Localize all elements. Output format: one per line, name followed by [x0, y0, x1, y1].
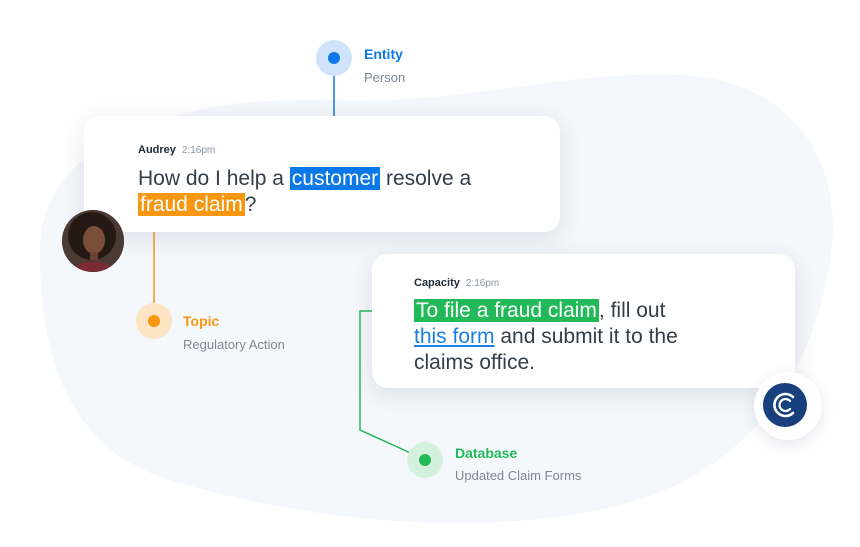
- bot-text-after-highlight: , fill out: [598, 299, 666, 322]
- bot-text-last-line: claims office.: [414, 351, 535, 374]
- user-text-before: How do I help a: [138, 167, 290, 190]
- database-title: Database: [455, 445, 518, 461]
- user-avatar-photo: [62, 210, 124, 272]
- user-message-card: Audrey 2:16pm How do I help a customer re…: [84, 116, 560, 232]
- database-highlight[interactable]: To file a fraud claim: [414, 299, 599, 322]
- user-message-meta: Audrey 2:16pm: [138, 144, 215, 156]
- entity-highlight[interactable]: customer: [289, 167, 381, 190]
- bot-text-after-link: and submit it to the: [494, 325, 678, 348]
- user-author: Audrey: [138, 144, 176, 156]
- database-node-dot: [419, 454, 431, 466]
- entity-node-dot: [328, 52, 340, 64]
- user-avatar: [62, 210, 124, 272]
- bot-message-text: To file a fraud claim, fill out this form…: [414, 298, 784, 376]
- entity-subtitle: Person: [364, 70, 406, 85]
- user-text-middle: resolve a: [380, 167, 472, 190]
- topic-title: Topic: [183, 313, 220, 329]
- topic-node-dot: [148, 315, 160, 327]
- topic-subtitle: Regulatory Action: [183, 337, 285, 352]
- capacity-logo-icon: [763, 383, 807, 427]
- bot-message-card: Capacity 2:16pm To file a fraud claim, fi…: [372, 254, 795, 388]
- form-link[interactable]: this form: [414, 325, 495, 348]
- user-message-time: 2:16pm: [181, 145, 216, 156]
- capacity-badge: [754, 372, 822, 440]
- user-text-after: ?: [244, 193, 257, 216]
- bot-message-time: 2:16pm: [465, 278, 500, 289]
- entity-title: Entity: [364, 46, 403, 62]
- user-message-text: How do I help a customer resolve a fraud …: [138, 166, 548, 218]
- bot-author: Capacity: [414, 277, 460, 289]
- topic-highlight[interactable]: fraud claim: [138, 193, 245, 216]
- database-subtitle: Updated Claim Forms: [455, 468, 582, 483]
- bot-message-meta: Capacity 2:16pm: [414, 277, 499, 289]
